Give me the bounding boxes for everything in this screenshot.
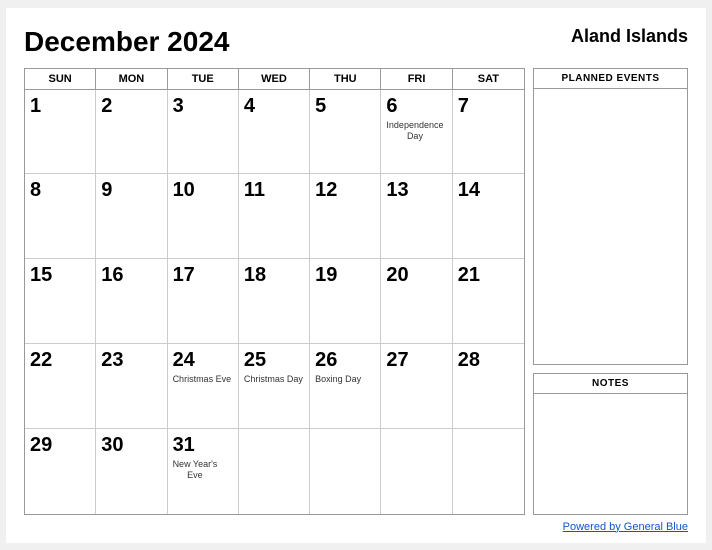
calendar-grid: 1 2 3 4 5 6 IndependenceDay 7 8 9 10 11 … xyxy=(25,90,524,514)
day-headers-row: SUN MON TUE WED THU FRI SAT xyxy=(25,69,524,90)
cal-cell-12: 12 xyxy=(310,174,381,259)
day-header-thu: THU xyxy=(310,69,381,89)
cal-cell-13: 13 xyxy=(381,174,452,259)
cal-cell-empty-1 xyxy=(239,429,310,514)
event-independence-day: IndependenceDay xyxy=(386,120,443,143)
cal-cell-29: 29 xyxy=(25,429,96,514)
cal-cell-28: 28 xyxy=(453,344,524,429)
right-panel: PLANNED EVENTS NOTES xyxy=(533,68,688,515)
cal-cell-21: 21 xyxy=(453,259,524,344)
cal-cell-25: 25 Christmas Day xyxy=(239,344,310,429)
month-year-title: December 2024 xyxy=(24,26,229,58)
cal-cell-empty-3 xyxy=(381,429,452,514)
event-new-years-eve: New Year'sEve xyxy=(173,459,218,482)
event-christmas-eve: Christmas Eve xyxy=(173,374,232,386)
day-header-mon: MON xyxy=(96,69,167,89)
cal-cell-7: 7 xyxy=(453,90,524,175)
cal-cell-6: 6 IndependenceDay xyxy=(381,90,452,175)
calendar-section: SUN MON TUE WED THU FRI SAT 1 2 3 4 5 6 … xyxy=(24,68,525,515)
cal-cell-24: 24 Christmas Eve xyxy=(168,344,239,429)
cal-cell-10: 10 xyxy=(168,174,239,259)
cal-cell-2: 2 xyxy=(96,90,167,175)
footer: Powered by General Blue xyxy=(24,521,688,533)
cal-cell-15: 15 xyxy=(25,259,96,344)
day-header-wed: WED xyxy=(239,69,310,89)
calendar-header: December 2024 Aland Islands xyxy=(24,26,688,58)
day-header-sat: SAT xyxy=(453,69,524,89)
cal-cell-31: 31 New Year'sEve xyxy=(168,429,239,514)
cal-cell-20: 20 xyxy=(381,259,452,344)
planned-events-body xyxy=(534,89,687,364)
cal-cell-3: 3 xyxy=(168,90,239,175)
cal-cell-empty-2 xyxy=(310,429,381,514)
event-christmas-day: Christmas Day xyxy=(244,374,303,386)
notes-box: NOTES xyxy=(533,373,688,515)
cal-cell-9: 9 xyxy=(96,174,167,259)
cal-cell-17: 17 xyxy=(168,259,239,344)
powered-by-link[interactable]: Powered by General Blue xyxy=(563,521,688,533)
cal-cell-1: 1 xyxy=(25,90,96,175)
page: December 2024 Aland Islands SUN MON TUE … xyxy=(6,8,706,543)
notes-header: NOTES xyxy=(534,374,687,394)
day-header-fri: FRI xyxy=(381,69,452,89)
cal-cell-16: 16 xyxy=(96,259,167,344)
day-header-tue: TUE xyxy=(168,69,239,89)
cal-cell-22: 22 xyxy=(25,344,96,429)
cal-cell-27: 27 xyxy=(381,344,452,429)
day-header-sun: SUN xyxy=(25,69,96,89)
cal-cell-8: 8 xyxy=(25,174,96,259)
planned-events-box: PLANNED EVENTS xyxy=(533,68,688,365)
cal-cell-30: 30 xyxy=(96,429,167,514)
region-title: Aland Islands xyxy=(571,26,688,47)
cal-cell-18: 18 xyxy=(239,259,310,344)
cal-cell-4: 4 xyxy=(239,90,310,175)
cal-cell-empty-4 xyxy=(453,429,524,514)
event-boxing-day: Boxing Day xyxy=(315,374,361,386)
notes-body xyxy=(534,394,687,514)
cal-cell-23: 23 xyxy=(96,344,167,429)
cal-cell-26: 26 Boxing Day xyxy=(310,344,381,429)
cal-cell-14: 14 xyxy=(453,174,524,259)
cal-cell-19: 19 xyxy=(310,259,381,344)
cal-cell-5: 5 xyxy=(310,90,381,175)
content-area: SUN MON TUE WED THU FRI SAT 1 2 3 4 5 6 … xyxy=(24,68,688,515)
cal-cell-11: 11 xyxy=(239,174,310,259)
planned-events-header: PLANNED EVENTS xyxy=(534,69,687,89)
